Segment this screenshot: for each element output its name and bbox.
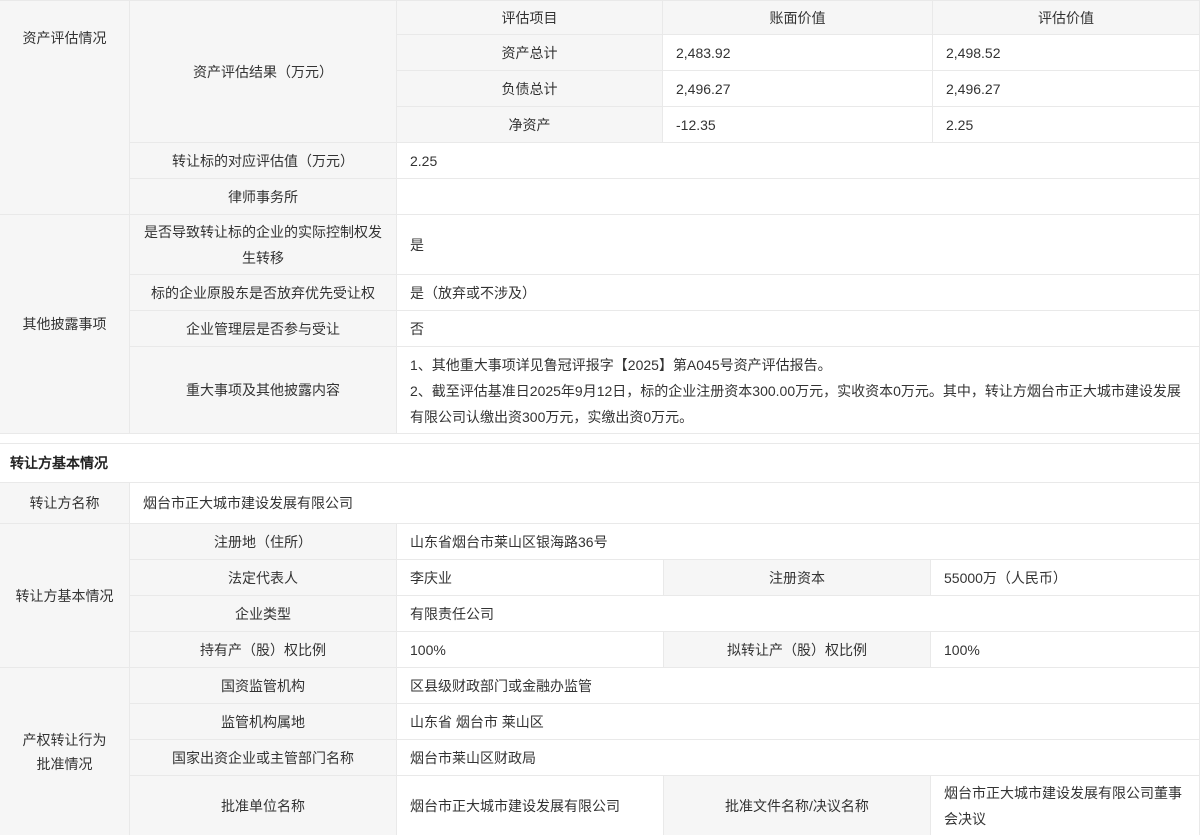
eval-grid: 评估项目 账面价值 评估价值 资产总计 2,483.92 2,498.52 负债…	[397, 1, 1199, 143]
liability-total-book-value: 2,496.27	[663, 71, 933, 107]
label-regulator-location: 监管机构属地	[130, 704, 397, 740]
major-matters-value: 1、其他重大事项详见鲁冠评报字【2025】第A045号资产评估报告。 2、截至评…	[397, 347, 1199, 434]
preemptive-right-waiver-value: 是（放弃或不涉及）	[397, 275, 1199, 311]
law-firm-value	[397, 179, 1199, 215]
eval-item-asset-total: 资产总计	[397, 35, 663, 71]
table-row-transferor-name: 转让方名称 烟台市正大城市建设发展有限公司	[0, 483, 1199, 524]
asset-total-book-value: 2,483.92	[663, 35, 933, 71]
net-assets-book-value: -12.35	[663, 107, 933, 143]
label-preemptive-right-waiver: 标的企业原股东是否放弃优先受让权	[130, 275, 397, 311]
liability-total-assessed-value: 2,496.27	[933, 71, 1199, 107]
asset-evaluation-rows: 资产评估结果（万元） 评估项目 账面价值 评估价值 资产总计 2,483.92 …	[130, 1, 1199, 215]
label-state-funded-enterprise: 国家出资企业或主管部门名称	[130, 740, 397, 776]
label-registered-capital: 注册资本	[664, 560, 931, 596]
label-transfer-ratio: 拟转让产（股）权比例	[664, 632, 931, 668]
label-registered-address: 注册地（住所）	[130, 524, 397, 560]
transfer-ratio-value: 100%	[931, 632, 1199, 668]
label-law-firm: 律师事务所	[130, 179, 397, 215]
table-row-regulator-location: 监管机构属地 山东省 烟台市 莱山区	[130, 704, 1199, 740]
transfer-assessed-value: 2.25	[397, 143, 1199, 179]
table-row-enterprise-type: 企业类型 有限责任公司	[130, 596, 1199, 632]
table-row-preemptive-right-waiver: 标的企业原股东是否放弃优先受让权 是（放弃或不涉及）	[130, 275, 1199, 311]
table-row-state-funded-enterprise: 国家出资企业或主管部门名称 烟台市莱山区财政局	[130, 740, 1199, 776]
registered-address-value: 山东省烟台市莱山区银海路36号	[397, 524, 1199, 560]
label-holding-ratio: 持有产（股）权比例	[130, 632, 397, 668]
eval-header-assessed-value: 评估价值	[933, 1, 1199, 35]
section-title-transferor-info: 转让方基本情况	[0, 444, 1199, 483]
label-regulator: 国资监管机构	[130, 668, 397, 704]
approval-document-value: 烟台市正大城市建设发展有限公司董事会决议	[931, 776, 1199, 835]
net-assets-assessed-value: 2.25	[933, 107, 1199, 143]
major-matters-line-2: 2、截至评估基准日2025年9月12日，标的企业注册资本300.00万元，实收资…	[410, 378, 1186, 430]
other-disclosure-rows: 是否导致转让标的企业的实际控制权发生转移 是 标的企业原股东是否放弃优先受让权 …	[130, 215, 1199, 434]
regulator-value: 区县级财政部门或金融办监管	[397, 668, 1199, 704]
label-transferor-name: 转让方名称	[0, 483, 130, 524]
state-funded-enterprise-value: 烟台市莱山区财政局	[397, 740, 1199, 776]
label-approval-unit: 批准单位名称	[130, 776, 397, 835]
eval-header-item: 评估项目	[397, 1, 663, 35]
legal-representative-value: 李庆业	[397, 560, 664, 596]
table-row-management-participation: 企业管理层是否参与受让 否	[130, 311, 1199, 347]
management-participation-value: 否	[397, 311, 1199, 347]
section-separator	[0, 434, 1199, 443]
table-row-transfer-assessed-value: 转让标的对应评估值（万元） 2.25	[130, 143, 1199, 179]
transferor-name-value: 烟台市正大城市建设发展有限公司	[130, 483, 1199, 524]
asset-evaluation-table: 资产评估情况 资产评估结果（万元） 评估项目 账面价值 评估价值 资产总计 2,…	[0, 0, 1199, 434]
label-major-matters: 重大事项及其他披露内容	[130, 347, 397, 434]
table-row-approval-unit: 批准单位名称 烟台市正大城市建设发展有限公司 批准文件名称/决议名称 烟台市正大…	[130, 776, 1199, 835]
transferor-basic-rows: 注册地（住所） 山东省烟台市莱山区银海路36号 法定代表人 李庆业 注册资本 5…	[130, 524, 1199, 668]
table-row-regulator: 国资监管机构 区县级财政部门或金融办监管	[130, 668, 1199, 704]
table-row-net-assets: 净资产 -12.35 2.25	[397, 107, 1199, 143]
table-row-eval-result: 资产评估结果（万元） 评估项目 账面价值 评估价值 资产总计 2,483.92 …	[130, 1, 1199, 143]
table-row-group-transferor-basic: 转让方基本情况 注册地（住所） 山东省烟台市莱山区银海路36号 法定代表人 李庆…	[0, 524, 1199, 668]
eval-item-net-assets: 净资产	[397, 107, 663, 143]
asset-total-assessed-value: 2,498.52	[933, 35, 1199, 71]
label-management-participation: 企业管理层是否参与受让	[130, 311, 397, 347]
table-row-group-asset-evaluation: 资产评估情况 资产评估结果（万元） 评估项目 账面价值 评估价值 资产总计 2,…	[0, 1, 1199, 215]
regulator-location-value: 山东省 烟台市 莱山区	[397, 704, 1199, 740]
table-row-registered-address: 注册地（住所） 山东省烟台市莱山区银海路36号	[130, 524, 1199, 560]
group-label-approval-status: 产权转让行为 批准情况	[0, 668, 130, 835]
table-row-major-matters: 重大事项及其他披露内容 1、其他重大事项详见鲁冠评报字【2025】第A045号资…	[130, 347, 1199, 434]
label-enterprise-type: 企业类型	[130, 596, 397, 632]
control-transfer-value: 是	[397, 215, 1199, 275]
transferor-info-table: 转让方基本情况 转让方名称 烟台市正大城市建设发展有限公司 转让方基本情况 注册…	[0, 443, 1199, 835]
property-transfer-listing-page: 资产评估情况 资产评估结果（万元） 评估项目 账面价值 评估价值 资产总计 2,…	[0, 0, 1200, 835]
eval-header-book-value: 账面价值	[663, 1, 933, 35]
table-row-equity-ratio: 持有产（股）权比例 100% 拟转让产（股）权比例 100%	[130, 632, 1199, 668]
table-row-control-transfer: 是否导致转让标的企业的实际控制权发生转移 是	[130, 215, 1199, 275]
label-legal-representative: 法定代表人	[130, 560, 397, 596]
table-row-group-other-disclosure: 其他披露事项 是否导致转让标的企业的实际控制权发生转移 是 标的企业原股东是否放…	[0, 215, 1199, 434]
table-row-liability-total: 负债总计 2,496.27 2,496.27	[397, 71, 1199, 107]
table-row-legal-representative: 法定代表人 李庆业 注册资本 55000万（人民币）	[130, 560, 1199, 596]
table-row-group-approval-status: 产权转让行为 批准情况 国资监管机构 区县级财政部门或金融办监管 监管机构属地 …	[0, 668, 1199, 835]
eval-item-liability-total: 负债总计	[397, 71, 663, 107]
group-label-transferor-basic: 转让方基本情况	[0, 524, 130, 668]
table-row-law-firm: 律师事务所	[130, 179, 1199, 215]
label-control-transfer: 是否导致转让标的企业的实际控制权发生转移	[130, 215, 397, 275]
label-transfer-assessed-value: 转让标的对应评估值（万元）	[130, 143, 397, 179]
label-eval-result: 资产评估结果（万元）	[130, 1, 397, 143]
group-label-other-disclosure: 其他披露事项	[0, 215, 130, 434]
holding-ratio-value: 100%	[397, 632, 664, 668]
enterprise-type-value: 有限责任公司	[397, 596, 1199, 632]
registered-capital-value: 55000万（人民币）	[931, 560, 1199, 596]
eval-header-row: 评估项目 账面价值 评估价值	[397, 1, 1199, 35]
group-label-asset-evaluation: 资产评估情况	[0, 1, 130, 215]
label-approval-document: 批准文件名称/决议名称	[664, 776, 931, 835]
table-row-asset-total: 资产总计 2,483.92 2,498.52	[397, 35, 1199, 71]
approval-status-rows: 国资监管机构 区县级财政部门或金融办监管 监管机构属地 山东省 烟台市 莱山区 …	[130, 668, 1199, 835]
approval-unit-value: 烟台市正大城市建设发展有限公司	[397, 776, 664, 835]
major-matters-line-1: 1、其他重大事项详见鲁冠评报字【2025】第A045号资产评估报告。	[410, 352, 1186, 378]
